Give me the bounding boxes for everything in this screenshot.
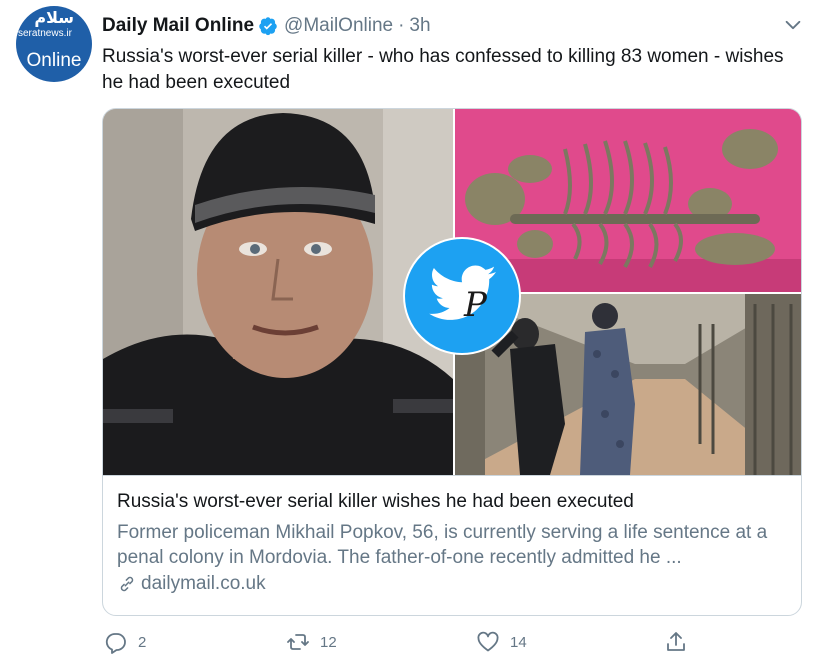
svg-text:P: P [463,285,488,325]
tweet-actions: 2 12 14 [102,630,702,660]
card-image-portrait [103,109,453,475]
retweet-icon [287,634,309,650]
like-count: 14 [510,633,527,651]
verified-badge-icon [259,17,277,36]
retweet-count: 12 [320,633,337,651]
watermark-twitter-logo: P [403,237,521,355]
share-button[interactable] [664,630,688,654]
heart-icon [477,631,499,652]
handle[interactable]: @MailOnline [284,15,393,37]
share-icon [667,632,685,651]
chevron-down-icon[interactable] [782,14,804,36]
tweet: سلام seratnews.ir Online Daily Mail Onli… [0,0,830,671]
avatar-watermark: سلام seratnews.ir [18,10,74,39]
like-button[interactable]: 14 [476,630,527,654]
reply-count: 2 [138,633,147,651]
link-icon [120,576,134,592]
separator: · [398,15,405,36]
avatar[interactable]: سلام seratnews.ir Online [16,6,92,82]
reply-button[interactable]: 2 [104,630,146,654]
card-domain[interactable]: dailymail.co.uk [117,573,789,595]
retweet-button[interactable]: 12 [286,630,337,654]
card-title: Russia's worst-ever serial killer wishes… [117,491,634,512]
tweet-text: Russia's worst-ever serial killer - who … [102,46,784,93]
display-name[interactable]: Daily Mail Online [102,15,254,37]
card-body: Russia's worst-ever serial killer wishes… [103,475,801,615]
timestamp[interactable]: 3h [409,15,430,37]
card-description: Former policeman Mikhail Popkov, 56, is … [117,522,768,568]
avatar-label: Online [26,50,82,71]
card-domain-text: dailymail.co.uk [141,573,266,594]
link-card[interactable]: Russia's worst-ever serial killer wishes… [102,108,802,616]
reply-icon [105,633,126,654]
tweet-header: Daily Mail Online @MailOnline · 3h [102,14,431,38]
